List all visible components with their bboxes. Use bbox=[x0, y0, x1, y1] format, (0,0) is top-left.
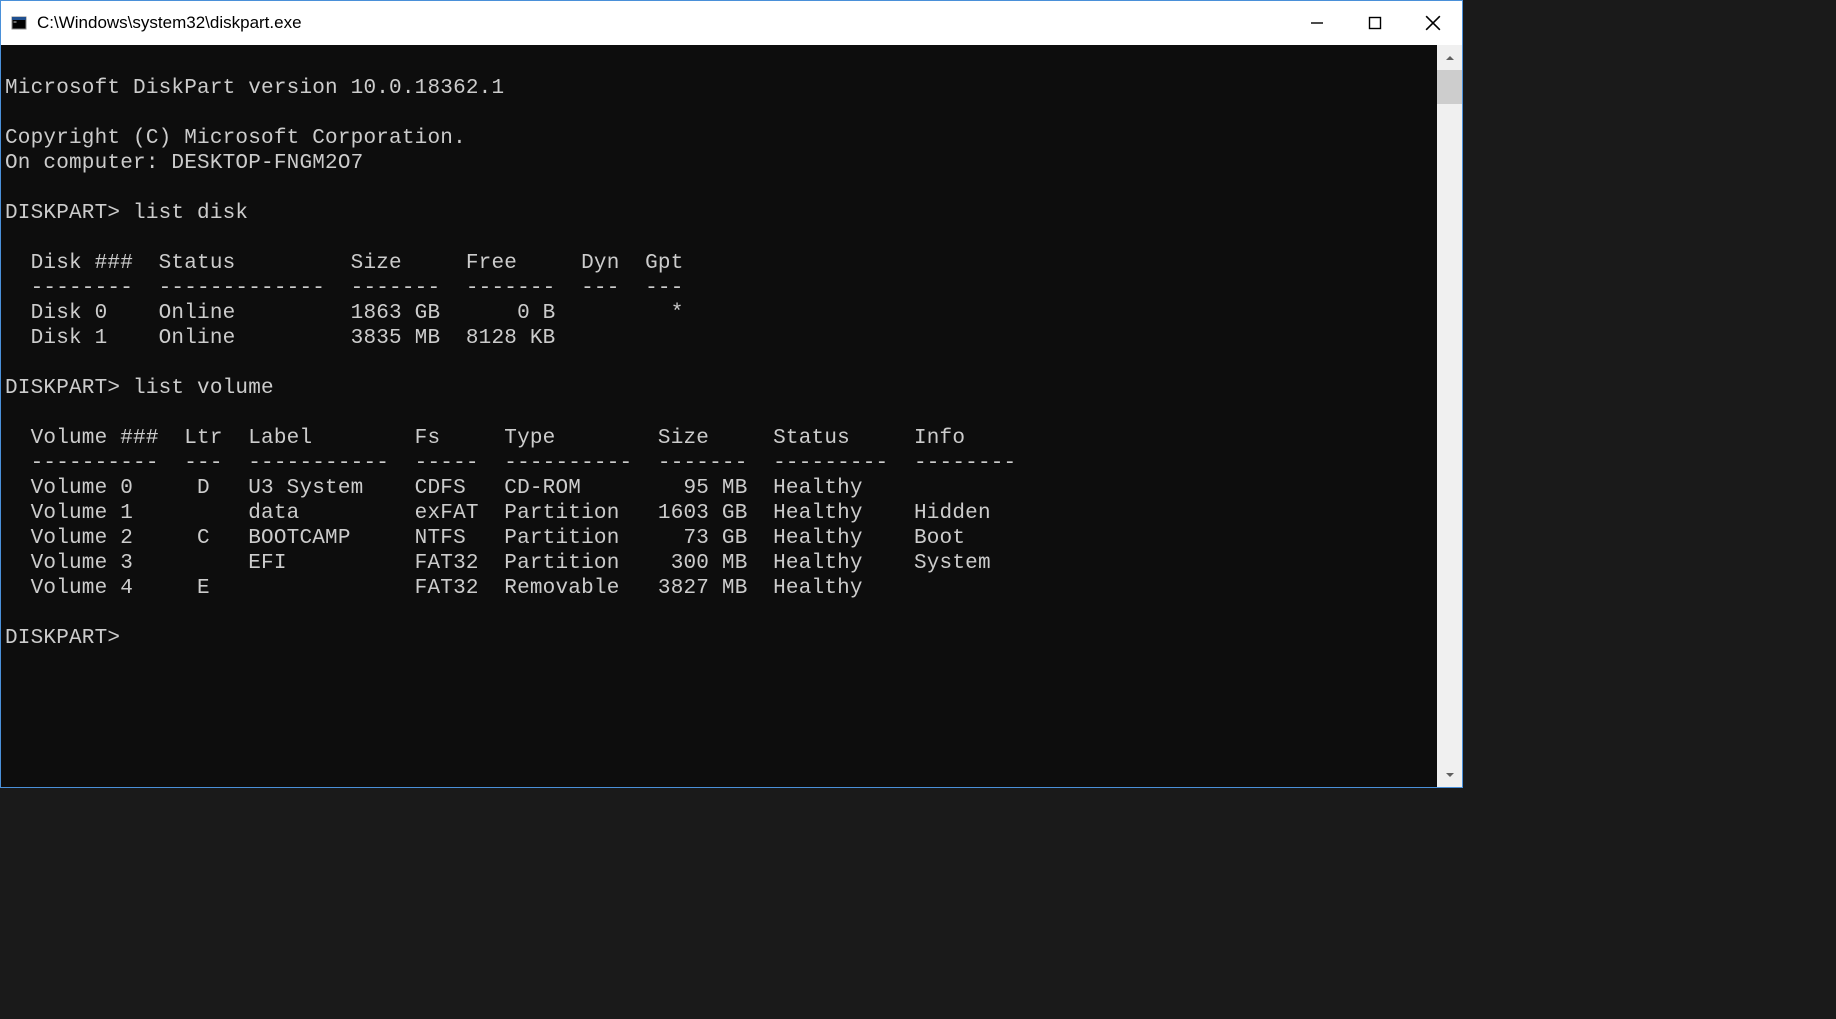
scroll-up-button[interactable] bbox=[1437, 45, 1462, 70]
window-controls bbox=[1288, 1, 1462, 45]
terminal-output[interactable]: Microsoft DiskPart version 10.0.18362.1 … bbox=[1, 45, 1437, 787]
titlebar[interactable]: C:\Windows\system32\diskpart.exe bbox=[1, 1, 1462, 45]
scroll-thumb[interactable] bbox=[1437, 70, 1462, 104]
maximize-button[interactable] bbox=[1346, 1, 1404, 45]
window-title: C:\Windows\system32\diskpart.exe bbox=[37, 13, 1288, 33]
app-window: C:\Windows\system32\diskpart.exe Microso… bbox=[0, 0, 1463, 788]
minimize-button[interactable] bbox=[1288, 1, 1346, 45]
scroll-down-button[interactable] bbox=[1437, 762, 1462, 787]
content-area: Microsoft DiskPart version 10.0.18362.1 … bbox=[1, 45, 1462, 787]
terminal-icon bbox=[9, 13, 29, 33]
scrollbar[interactable] bbox=[1437, 45, 1462, 787]
close-button[interactable] bbox=[1404, 1, 1462, 45]
scroll-track[interactable] bbox=[1437, 70, 1462, 762]
